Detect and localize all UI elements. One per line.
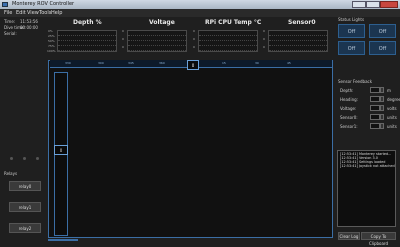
horizontal-scrollbar[interactable] [48, 239, 78, 241]
sensor-spinner[interactable] [380, 96, 384, 102]
depth-ytick: 50% [48, 39, 55, 43]
app-icon [2, 2, 8, 7]
depth-ytick: 100% [47, 49, 56, 53]
status-light-3[interactable]: Off [369, 41, 396, 55]
sensor-label: Heading: [340, 97, 358, 102]
menu-help[interactable]: Help [51, 9, 62, 17]
compass-tick: 360 [159, 61, 165, 65]
log-line: [12:53:41] Joystick not attached [340, 164, 395, 168]
cpu-ytick: 0 [193, 29, 195, 33]
status-light-0[interactable]: Off [338, 24, 365, 38]
depth-ytick: 0% [48, 29, 53, 33]
sensor-spinner[interactable] [380, 105, 384, 111]
sensor-label: Depth: [340, 88, 354, 93]
clear-log-button[interactable]: Clear Log [338, 232, 360, 240]
time-label: Time: [4, 19, 16, 24]
close-button[interactable] [380, 1, 398, 8]
indicator-dot [23, 157, 26, 160]
relay2-button[interactable]: relay2 [9, 223, 41, 233]
copy-to-clipboard-button[interactable]: Copy To Clipboard [361, 232, 396, 246]
sensor-label: Sensor1: [340, 124, 358, 129]
status-lights-title: Status Lights [338, 17, 365, 22]
chart-title-depth: Depth % [73, 19, 102, 26]
sensor-unit: units [387, 124, 397, 129]
sensor-unit: m [387, 88, 391, 93]
chart-title-cpu-temp: RPi CPU Temp °C [205, 19, 262, 26]
menu-tools[interactable]: Tools [39, 9, 51, 17]
chart-voltage [127, 30, 187, 52]
time-value: 11:53:56 [20, 19, 38, 24]
compass-tick: 330 [65, 61, 71, 65]
heading-indicator: 0 [187, 60, 199, 70]
chart-title-sensor0: Sensor0 [288, 19, 316, 26]
sensor-unit: units [387, 115, 397, 120]
sensor-label: Sensor0: [340, 115, 358, 120]
sensor-unit: volts [387, 106, 397, 111]
sensor-feedback-title: Sensor Feedback [338, 79, 373, 84]
depth-ytick: 75% [48, 44, 55, 48]
maximize-button[interactable] [366, 1, 380, 8]
depth-gauge-value: 0 [54, 145, 68, 155]
sensor0-ytick: 0 [263, 29, 265, 33]
relay1-button[interactable]: relay1 [9, 202, 41, 212]
sensor0-ytick: 0 [263, 45, 265, 49]
sensor-value-field[interactable] [370, 87, 380, 93]
sensor-value-field[interactable] [370, 123, 380, 129]
indicator-dot [36, 157, 39, 160]
main-view [48, 60, 333, 238]
voltage-ytick: 0 [122, 45, 124, 49]
compass-tick: 30 [255, 61, 259, 65]
chart-depth [57, 30, 117, 52]
chart-title-voltage: Voltage [149, 19, 175, 26]
sensor-unit: degrees [387, 97, 400, 102]
cpu-ytick: 0 [193, 37, 195, 41]
sensor-spinner[interactable] [380, 123, 384, 129]
relays-title: Relays [4, 171, 18, 176]
relay0-button[interactable]: relay0 [9, 181, 41, 191]
depth-ytick: 25% [48, 34, 55, 38]
title-bar: Monterey ROV Controller [0, 0, 400, 9]
compass-tick: 300 [98, 61, 104, 65]
dive-time-value: 00:00:00 [20, 25, 38, 30]
compass-tick: 45 [287, 61, 291, 65]
sensor-label: Voltage: [340, 106, 357, 111]
status-light-2[interactable]: Off [338, 41, 365, 55]
sensor-value-field[interactable] [370, 105, 380, 111]
minimize-button[interactable] [352, 1, 366, 8]
menu-view[interactable]: View [27, 9, 39, 17]
menu-file[interactable]: File [4, 9, 12, 17]
compass-tick: 15 [222, 61, 226, 65]
indicator-dot [10, 157, 13, 160]
serial-label: Serial: [4, 31, 17, 36]
chart-cpu-temp [198, 30, 258, 52]
menu-edit[interactable]: Edit [16, 9, 26, 17]
status-light-1[interactable]: Off [369, 24, 396, 38]
sensor-spinner[interactable] [380, 114, 384, 120]
window-title: Monterey ROV Controller [12, 1, 75, 7]
chart-sensor0 [268, 30, 328, 52]
sensor0-ytick: 0 [263, 37, 265, 41]
sensor-value-field[interactable] [370, 96, 380, 102]
voltage-ytick: 0 [122, 37, 124, 41]
compass-tick: 345 [128, 61, 134, 65]
menu-bar: File Edit View Tools Help [0, 9, 400, 17]
sensor-spinner[interactable] [380, 87, 384, 93]
voltage-ytick: 0 [122, 29, 124, 33]
sensor-value-field[interactable] [370, 114, 380, 120]
cpu-ytick: 0 [193, 45, 195, 49]
